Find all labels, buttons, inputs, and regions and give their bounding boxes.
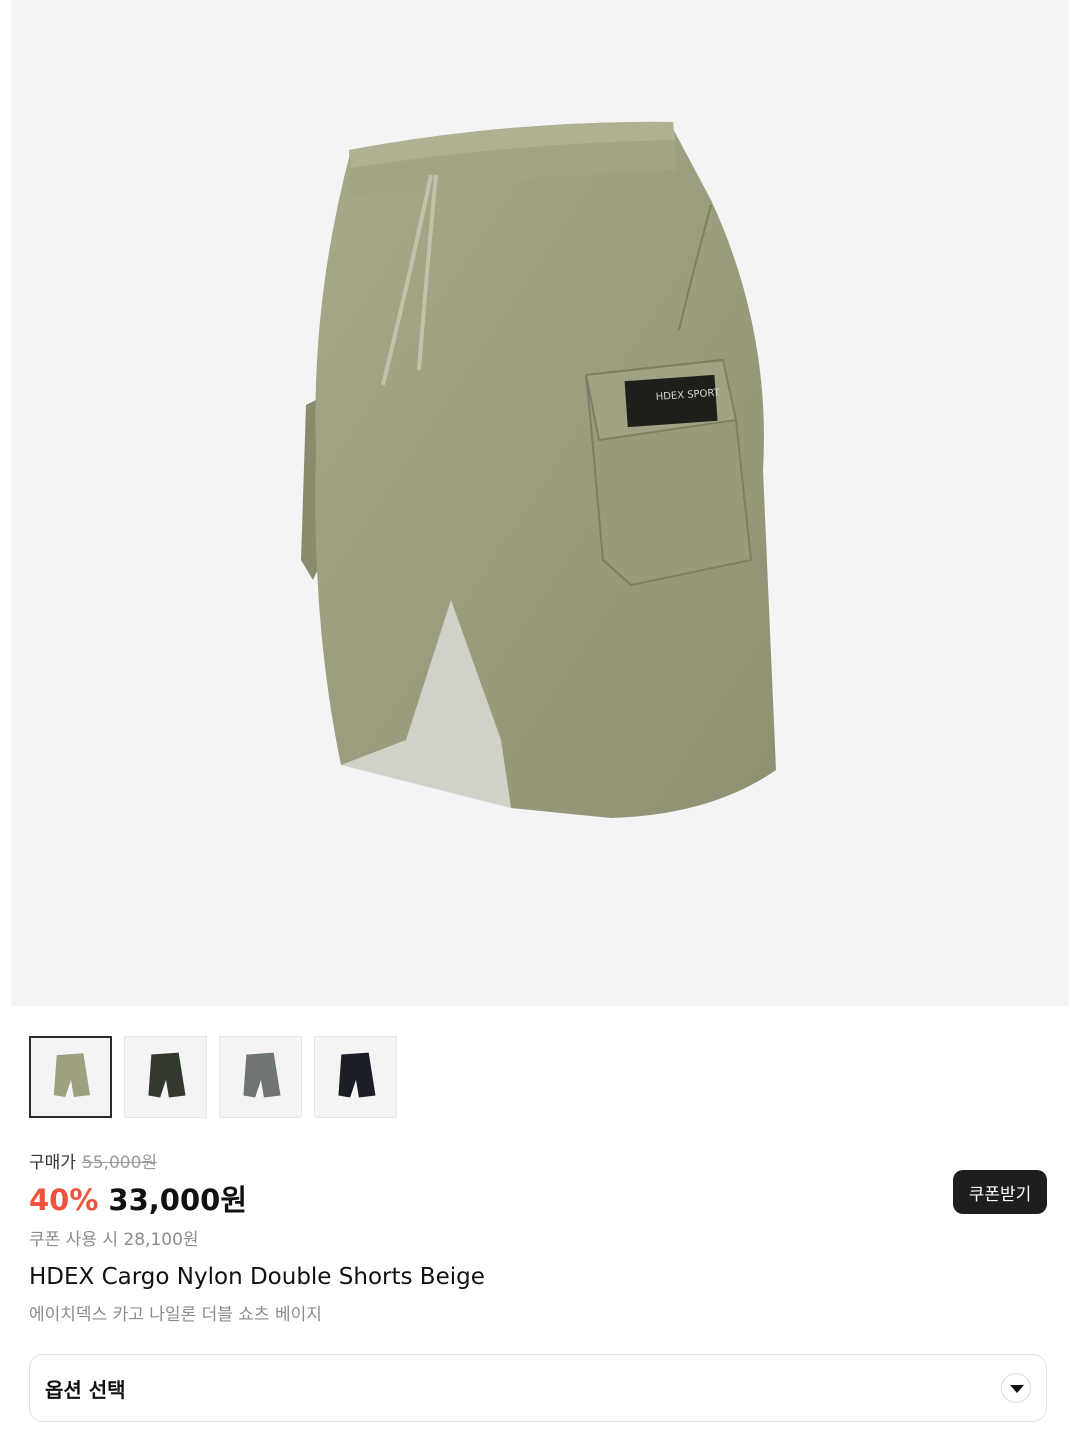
get-coupon-button[interactable]: 쿠폰받기 bbox=[953, 1170, 1047, 1214]
price-block: 구매가 55,000원 40% 33,000원 쿠폰 사용 시 28,100원 bbox=[29, 1148, 247, 1250]
price-label: 구매가 bbox=[29, 1153, 76, 1173]
thumbnail-khaki[interactable] bbox=[124, 1036, 207, 1118]
option-select[interactable]: 옵션 선택 bbox=[29, 1354, 1047, 1422]
option-select-label: 옵션 선택 bbox=[45, 1377, 126, 1402]
product-image[interactable]: HDEX SPORT bbox=[11, 0, 1069, 1006]
coupon-price: 쿠폰 사용 시 28,100원 bbox=[29, 1230, 199, 1250]
original-price-line: 구매가 55,000원 bbox=[29, 1148, 247, 1173]
original-price: 55,000원 bbox=[81, 1153, 158, 1173]
product-title-ko: 에이치덱스 카고 나일론 더블 쇼츠 베이지 bbox=[29, 1305, 322, 1325]
chevron-down-icon bbox=[1001, 1373, 1031, 1403]
discount-rate: 40% bbox=[29, 1183, 99, 1217]
sale-price: 33,000원 bbox=[108, 1183, 248, 1217]
thumbnail-gray[interactable] bbox=[219, 1036, 302, 1118]
product-title-en: HDEX Cargo Nylon Double Shorts Beige bbox=[29, 1264, 485, 1290]
sale-price-line: 40% 33,000원 bbox=[29, 1177, 247, 1219]
shorts-illustration: HDEX SPORT bbox=[301, 121, 776, 818]
thumbnail-black[interactable] bbox=[314, 1036, 397, 1118]
thumbnail-strip bbox=[29, 1036, 397, 1118]
thumbnail-beige[interactable] bbox=[29, 1036, 112, 1118]
